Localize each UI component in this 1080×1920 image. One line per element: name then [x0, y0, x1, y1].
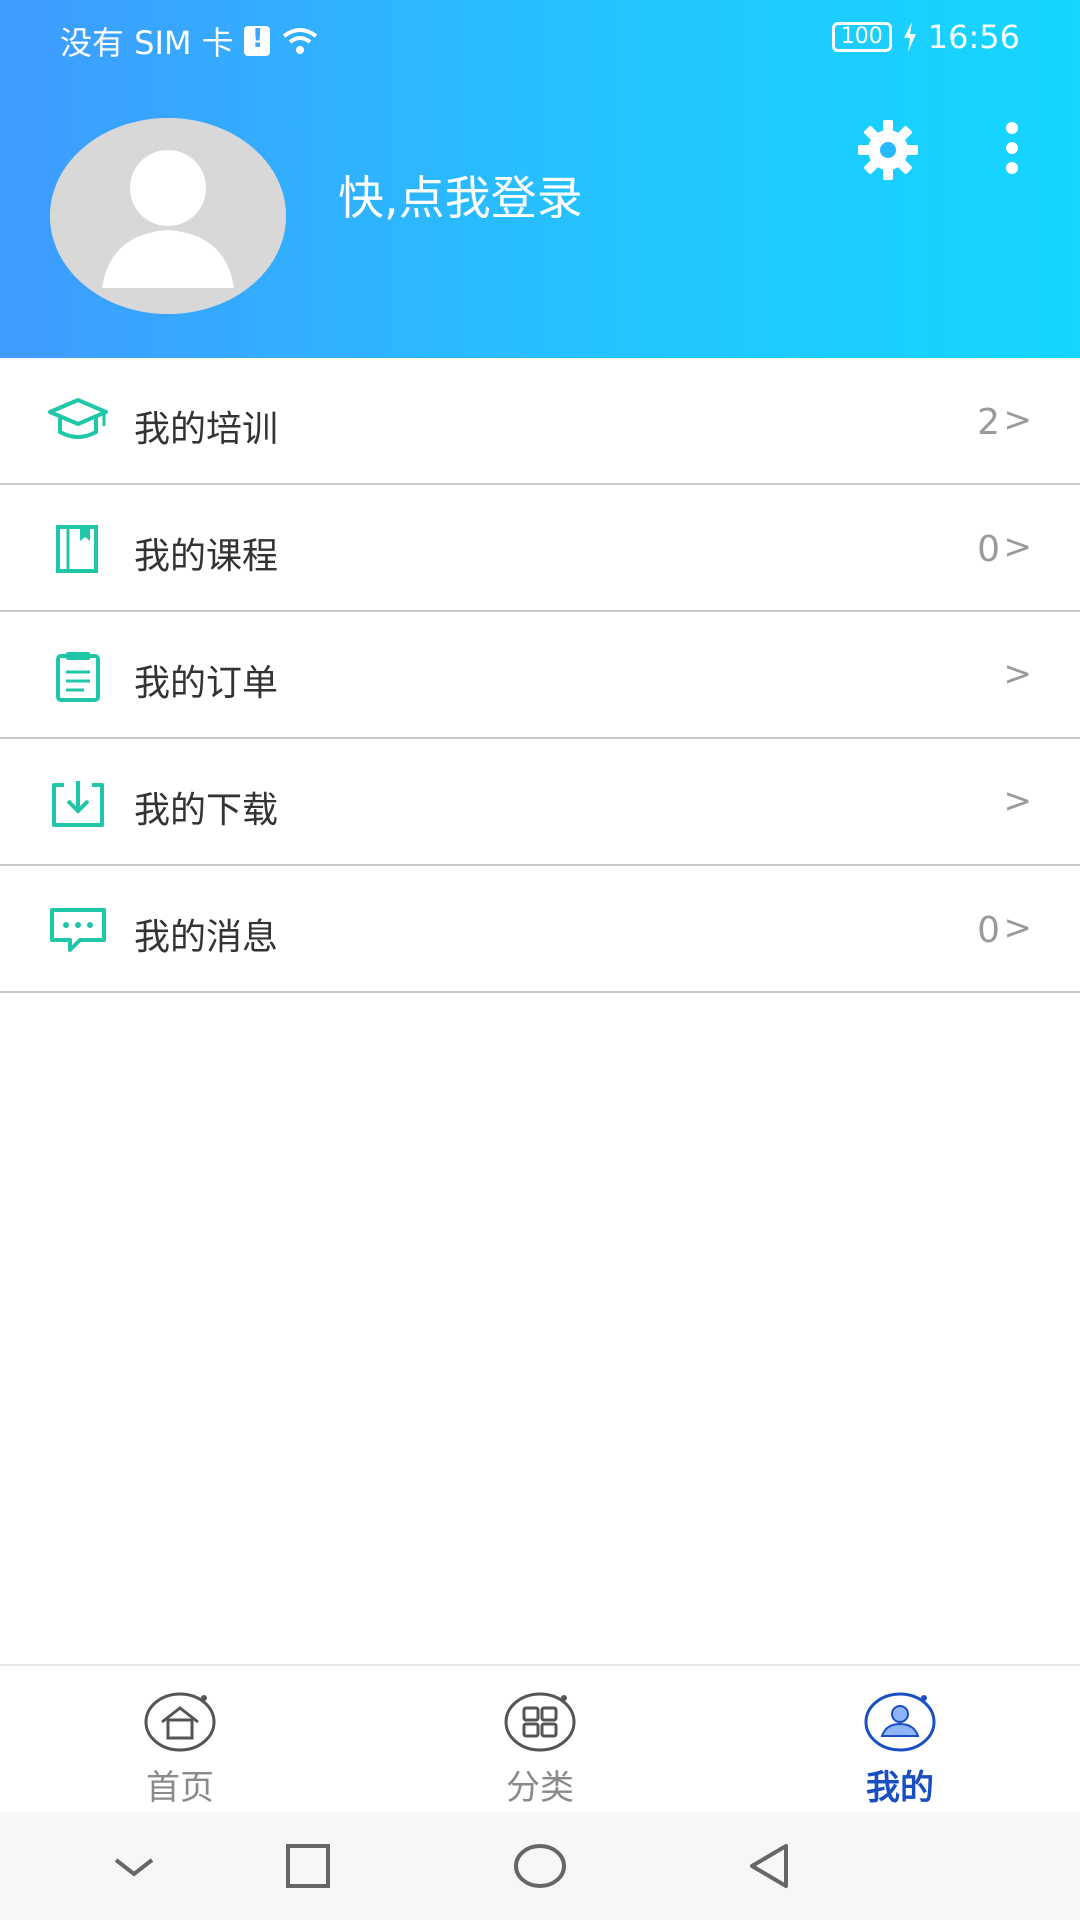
menu-item-training[interactable]: 我的培训 2 > — [0, 358, 1080, 485]
gear-icon[interactable] — [856, 118, 920, 182]
menu-item-count: 0 — [977, 529, 1000, 570]
wifi-icon — [282, 28, 317, 54]
menu-item-count: 0 — [977, 910, 1000, 951]
system-nav-bar — [0, 1812, 1080, 1920]
grid-icon — [504, 1692, 576, 1752]
status-left: 没有 SIM 卡 — [60, 18, 320, 64]
tab-label: 首页 — [146, 1768, 214, 1808]
menu-list: 我的培训 2 > 我的课程 0 > 我的订单 > 我的下载 > 我的消息 0 > — [0, 358, 1080, 993]
menu-item-count: 2 — [977, 402, 1000, 443]
tab-category[interactable]: 分类 — [440, 1690, 640, 1810]
user-silhouette-icon — [50, 118, 286, 314]
home-icon — [144, 1692, 216, 1752]
menu-item-label: 我的培训 — [134, 409, 279, 450]
tab-label: 分类 — [506, 1768, 574, 1808]
chevron-right-icon: > — [1003, 908, 1033, 948]
bottom-tab-bar: 首页 分类 我的 — [0, 1664, 1080, 1812]
menu-item-label: 我的课程 — [134, 536, 279, 577]
carrier-text: 没有 SIM 卡 — [60, 24, 234, 62]
charging-icon — [903, 22, 916, 52]
login-prompt[interactable]: 快,点我登录 — [338, 162, 583, 228]
chevron-right-icon: > — [1003, 400, 1033, 440]
menu-item-label: 我的消息 — [134, 917, 279, 958]
menu-item-messages[interactable]: 我的消息 0 > — [0, 866, 1080, 993]
graduation-cap-icon — [48, 398, 108, 439]
status-right: 100 16:56 — [831, 18, 1020, 56]
clock-text: 16:56 — [927, 18, 1020, 56]
menu-item-courses[interactable]: 我的课程 0 > — [0, 485, 1080, 612]
menu-item-orders[interactable]: 我的订单 > — [0, 612, 1080, 739]
chevron-down-icon[interactable] — [104, 1840, 164, 1892]
home-circle-icon[interactable] — [510, 1840, 570, 1892]
profile-header: 没有 SIM 卡 100 16:56 快,点我登录 — [0, 0, 1080, 358]
chevron-right-icon: > — [1003, 781, 1033, 821]
tab-label: 我的 — [866, 1768, 934, 1808]
menu-item-label: 我的订单 — [134, 663, 279, 704]
book-icon — [56, 525, 98, 573]
menu-item-downloads[interactable]: 我的下载 > — [0, 739, 1080, 866]
recent-apps-icon[interactable] — [278, 1840, 338, 1892]
chat-bubble-icon — [50, 908, 106, 952]
user-icon — [864, 1692, 936, 1752]
chevron-right-icon: > — [1003, 654, 1033, 694]
tab-mine[interactable]: 我的 — [800, 1690, 1000, 1810]
status-bar: 没有 SIM 卡 100 16:56 — [0, 0, 1080, 80]
back-triangle-icon[interactable] — [740, 1840, 800, 1892]
more-vertical-icon[interactable] — [996, 120, 1028, 176]
chevron-right-icon: > — [1003, 527, 1033, 567]
battery-icon: 100 — [831, 22, 892, 52]
tab-home[interactable]: 首页 — [80, 1690, 280, 1810]
clipboard-icon — [56, 652, 100, 702]
menu-item-label: 我的下载 — [134, 790, 279, 831]
sim-alert-icon — [243, 24, 270, 56]
avatar[interactable] — [50, 118, 286, 314]
download-icon — [52, 781, 104, 827]
